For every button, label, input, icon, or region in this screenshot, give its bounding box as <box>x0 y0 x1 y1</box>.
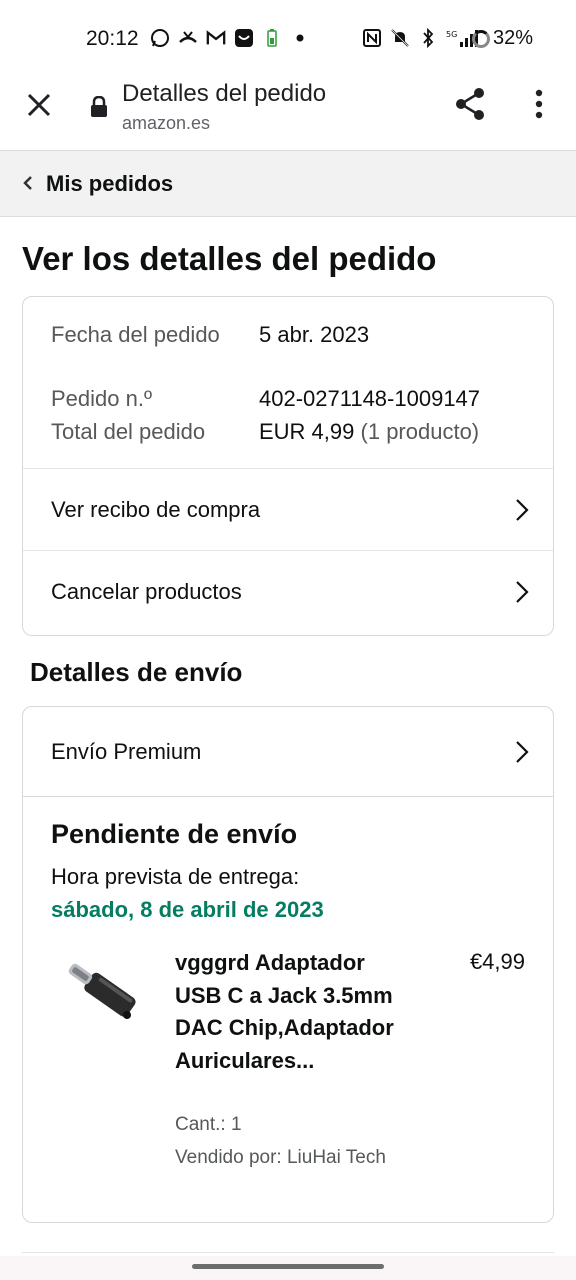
shipment-status: Pendiente de envío <box>51 819 298 849</box>
browser-toolbar: Detalles del pedido amazon.es <box>0 76 576 150</box>
svg-text:5G: 5G <box>446 30 457 39</box>
chevron-right-icon <box>516 740 529 763</box>
browser-page-title: Detalles del pedido <box>122 80 327 107</box>
product-image[interactable] <box>53 957 149 1037</box>
order-total-amount: EUR 4,99 <box>259 419 355 444</box>
next-section-peek <box>22 1238 554 1258</box>
lock-icon <box>90 95 108 118</box>
home-gesture-handle[interactable] <box>192 1264 384 1269</box>
breadcrumb[interactable]: Mis pedidos <box>0 150 576 217</box>
status-time: 20:12 <box>86 27 139 50</box>
chevron-right-icon <box>516 581 529 603</box>
more-options-button[interactable] <box>528 86 550 122</box>
nfc-icon <box>362 27 382 49</box>
bluetooth-icon <box>418 27 438 49</box>
order-total-value: EUR 4,99 (1 producto) <box>259 416 479 448</box>
gmail-icon <box>206 27 226 49</box>
product-title[interactable]: vgggrd Adaptador USB C a Jack 3.5mm DAC … <box>175 947 405 1077</box>
notification-icons <box>150 27 310 49</box>
order-date-label: Fecha del pedido <box>51 322 220 347</box>
cancel-products-label: Cancelar productos <box>51 579 242 604</box>
order-number-value: 402-0271148-1009147 <box>259 386 481 411</box>
shipment-card: Envío Premium Pendiente de envío Hora pr… <box>22 706 554 1223</box>
battery-saver-icon <box>262 27 282 49</box>
product-price: €4,99 <box>469 949 525 974</box>
order-total-count: (1 producto) <box>360 419 480 444</box>
order-total-label: Total del pedido <box>51 419 206 444</box>
battery-ring-icon <box>472 29 490 48</box>
dot-icon <box>290 27 310 49</box>
divider <box>22 1252 554 1253</box>
shipping-method-link[interactable]: Envío Premium <box>23 707 553 797</box>
product-quantity: Cant.: 1 <box>175 1114 242 1135</box>
view-receipt-link[interactable]: Ver recibo de compra <box>23 469 553 551</box>
shipping-method-label: Envío Premium <box>51 738 202 764</box>
whatsapp-icon <box>150 27 170 49</box>
cancel-products-link[interactable]: Cancelar productos <box>23 551 553 633</box>
shipping-section-title: Detalles de envío <box>30 657 243 687</box>
close-icon <box>27 93 51 117</box>
eta-label: Hora prevista de entrega: <box>51 864 300 889</box>
close-button[interactable] <box>22 88 56 122</box>
order-summary: Fecha del pedido 5 abr. 2023 Pedido n.º … <box>23 297 553 469</box>
more-vert-icon <box>535 89 543 119</box>
browser-url[interactable]: amazon.es <box>122 113 210 134</box>
eta-date: sábado, 8 de abril de 2023 <box>51 897 324 922</box>
battery-percent: 32% <box>493 27 534 49</box>
order-date-value: 5 abr. 2023 <box>259 322 370 347</box>
missed-call-icon <box>178 27 198 49</box>
chevron-right-icon <box>516 498 529 521</box>
share-button[interactable] <box>452 86 488 122</box>
battery-indicator: 32% <box>472 27 533 50</box>
chevron-left-icon <box>22 171 34 197</box>
product-seller: Vendido por: LiuHai Tech <box>175 1147 386 1168</box>
order-number-label: Pedido n.º <box>51 386 152 411</box>
page-title: Ver los detalles del pedido <box>22 240 437 277</box>
mute-icon <box>390 27 410 49</box>
order-summary-card: Fecha del pedido 5 abr. 2023 Pedido n.º … <box>22 296 554 636</box>
status-bar: 20:12 5G 32% <box>0 0 576 76</box>
share-icon <box>456 88 484 120</box>
app-icon <box>234 27 254 49</box>
breadcrumb-my-orders[interactable]: Mis pedidos <box>46 171 173 197</box>
system-icons: 5G <box>362 27 480 49</box>
view-receipt-label: Ver recibo de compra <box>51 496 261 522</box>
